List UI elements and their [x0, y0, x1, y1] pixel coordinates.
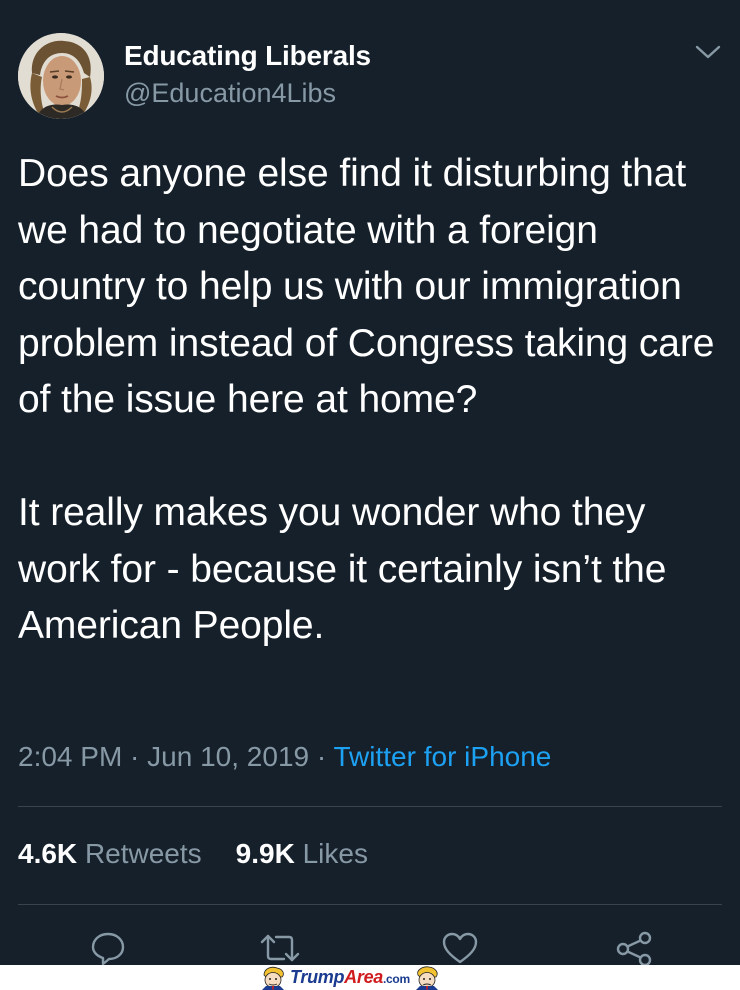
handle[interactable]: @Education4Libs	[124, 78, 336, 109]
meta-separator: ·	[309, 741, 334, 772]
reply-icon	[91, 932, 125, 966]
tweet-meta: 2:04 PM · Jun 10, 2019 · Twitter for iPh…	[18, 741, 551, 773]
reply-button[interactable]	[88, 930, 128, 966]
retweet-icon	[260, 934, 300, 962]
divider	[18, 806, 722, 807]
tweet-stats: 4.6K Retweets 9.9K Likes	[18, 838, 368, 870]
share-button[interactable]	[614, 930, 654, 966]
watermark-bar: TrumpArea.com	[0, 965, 740, 990]
like-button[interactable]	[440, 930, 480, 966]
display-name[interactable]: Educating Liberals	[124, 40, 371, 72]
tweet-text: Does anyone else find it disturbing that…	[18, 152, 715, 647]
likes-stat[interactable]: 9.9K Likes	[236, 838, 368, 869]
like-icon	[442, 932, 478, 964]
watermark-part2: Area	[344, 967, 383, 987]
watermark-part3: .com	[383, 972, 410, 986]
watermark-part1: Trump	[290, 967, 345, 987]
tweet-time: 2:04 PM	[18, 741, 123, 772]
watermark-text: TrumpArea.com	[290, 967, 410, 988]
retweets-label: Retweets	[84, 838, 202, 869]
divider	[18, 904, 722, 905]
retweets-count: 4.6K	[18, 838, 78, 869]
retweets-stat[interactable]: 4.6K Retweets	[18, 838, 202, 869]
retweet-button[interactable]	[258, 930, 300, 966]
avatar[interactable]	[18, 33, 104, 119]
caricature-face-icon	[415, 966, 438, 990]
meta-separator: ·	[122, 741, 148, 772]
tweet-source-link[interactable]: Twitter for iPhone	[333, 741, 551, 772]
tweet-card: Educating Liberals @Education4Libs Does …	[0, 0, 740, 966]
tweet-date: Jun 10, 2019	[147, 741, 310, 772]
chevron-down-icon[interactable]	[694, 40, 722, 64]
likes-count: 9.9K	[235, 838, 295, 869]
caricature-face-icon	[262, 966, 284, 990]
share-icon	[616, 931, 652, 966]
likes-label: Likes	[302, 838, 368, 869]
watermark: TrumpArea.com	[258, 965, 442, 990]
